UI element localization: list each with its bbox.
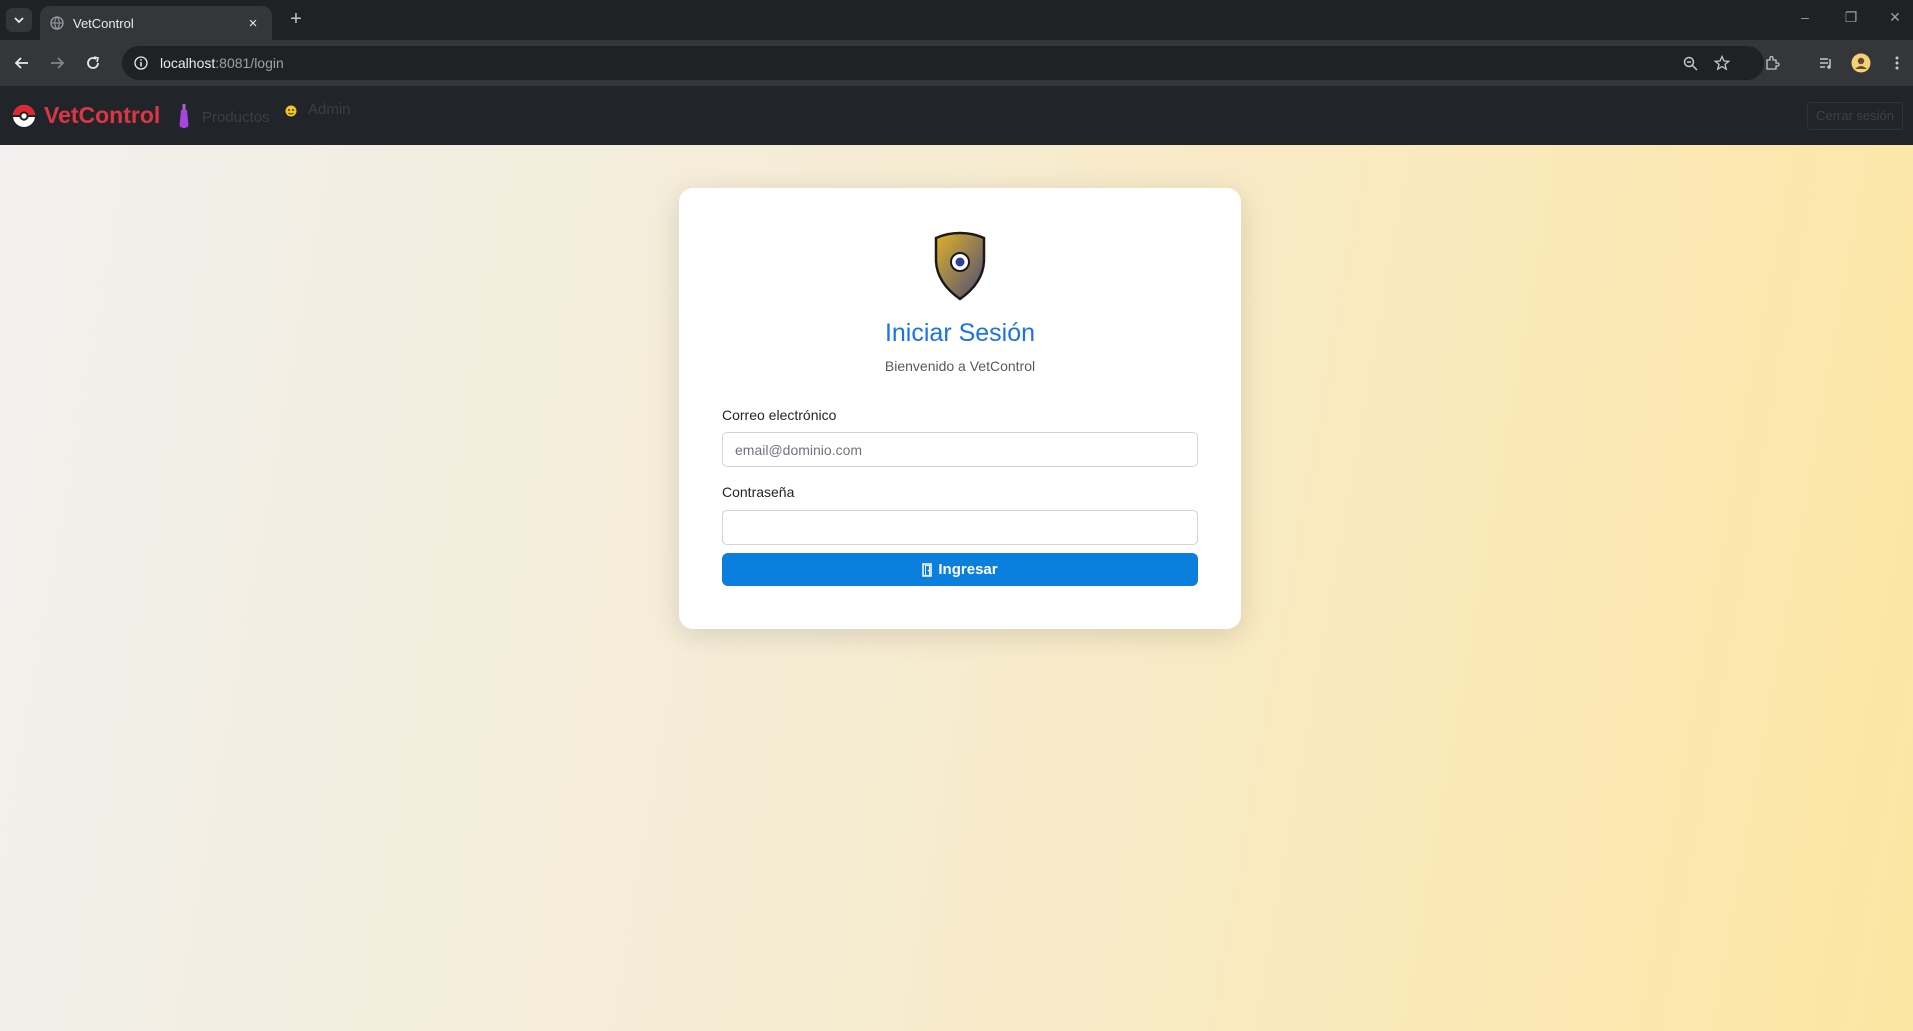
logout-button[interactable]: Cerrar sesión bbox=[1806, 102, 1903, 130]
door-icon bbox=[922, 562, 933, 577]
restore-icon[interactable]: ❐ bbox=[1836, 9, 1866, 26]
login-submit-button[interactable]: Ingresar bbox=[722, 553, 1198, 586]
globe-icon bbox=[50, 16, 64, 30]
back-button[interactable] bbox=[10, 51, 34, 75]
login-subtitle: Bienvenido a VetControl bbox=[884, 358, 1036, 374]
window-close-icon[interactable]: ✕ bbox=[1880, 9, 1910, 26]
chevron-down-icon bbox=[14, 17, 24, 24]
brand-name: VetControl bbox=[44, 102, 161, 128]
password-field[interactable] bbox=[722, 510, 1198, 545]
login-title: Iniciar Sesión bbox=[884, 319, 1036, 347]
reload-button[interactable] bbox=[81, 51, 105, 75]
url-path: :8081/login bbox=[215, 55, 284, 71]
arrow-right-icon bbox=[51, 57, 65, 69]
login-card: Iniciar Sesión Bienvenido a VetControl C… bbox=[679, 188, 1241, 629]
url-host: localhost bbox=[160, 55, 216, 71]
minimize-icon[interactable]: – bbox=[1790, 9, 1820, 25]
email-field[interactable] bbox=[722, 432, 1198, 467]
new-tab-button[interactable]: + bbox=[283, 8, 309, 32]
browser-tab[interactable]: VetControl × bbox=[40, 6, 272, 40]
nav-link-label: Admin bbox=[308, 101, 351, 118]
email-label: Correo electrónico bbox=[722, 407, 837, 423]
nav-link-label: Productos bbox=[202, 108, 270, 126]
site-info-icon[interactable] bbox=[134, 56, 148, 70]
reload-icon bbox=[87, 56, 99, 69]
browser-tabstrip: VetControl × + – ❐ ✕ bbox=[0, 0, 1913, 40]
forward-button[interactable] bbox=[45, 51, 69, 75]
potion-icon bbox=[179, 104, 189, 128]
bookmark-star-icon[interactable] bbox=[1710, 51, 1734, 75]
tab-close-icon[interactable]: × bbox=[244, 15, 262, 32]
arrow-left-icon bbox=[14, 57, 28, 69]
tab-search-button[interactable] bbox=[6, 8, 32, 32]
password-label: Contraseña bbox=[722, 484, 795, 500]
profile-avatar-icon[interactable] bbox=[1849, 51, 1873, 75]
extensions-icon[interactable] bbox=[1760, 51, 1784, 75]
nav-link-admin[interactable]: Admin bbox=[284, 101, 351, 118]
nav-link-productos[interactable]: Productos bbox=[178, 104, 270, 130]
site-navbar: VetControl Productos Admin Cerrar sesión bbox=[0, 86, 1913, 145]
tab-title: VetControl bbox=[73, 15, 134, 31]
zoom-icon[interactable] bbox=[1678, 51, 1702, 75]
media-control-icon[interactable] bbox=[1814, 51, 1838, 75]
shield-logo-icon bbox=[934, 231, 986, 301]
admin-icon bbox=[285, 105, 297, 116]
address-bar[interactable]: localhost:8081/login bbox=[122, 46, 1764, 80]
browser-menu-icon[interactable] bbox=[1885, 51, 1909, 75]
pokeball-icon bbox=[13, 104, 35, 127]
submit-label: Ingresar bbox=[938, 561, 998, 578]
page-background: Iniciar Sesión Bienvenido a VetControl C… bbox=[0, 145, 1913, 1031]
browser-toolbar: localhost:8081/login bbox=[0, 40, 1913, 86]
brand-link[interactable]: VetControl bbox=[12, 102, 160, 129]
